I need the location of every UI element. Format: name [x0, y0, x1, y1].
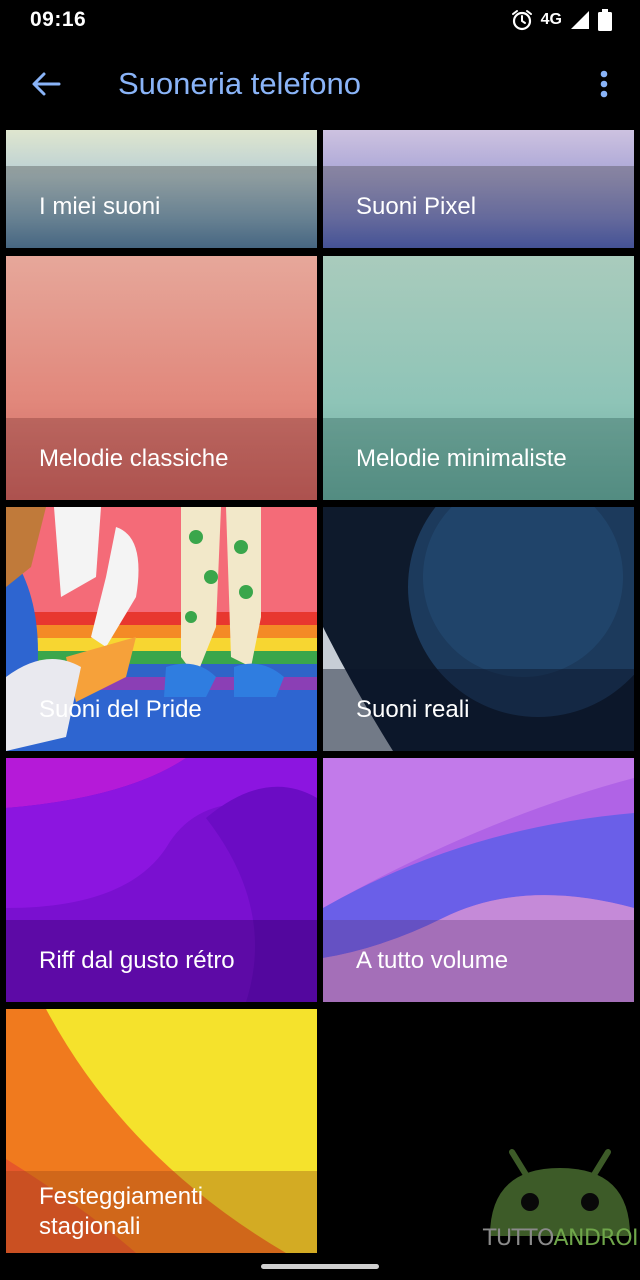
status-bar: 09:16 4G [0, 0, 640, 40]
category-tile-melodie-classiche[interactable]: Melodie classiche [6, 256, 317, 500]
battery-icon [598, 9, 612, 31]
category-tile-riff-dal-gusto-retro[interactable]: Riff dal gusto rétro [6, 758, 317, 1002]
more-options-button[interactable] [588, 68, 620, 104]
tile-label-band: Suoni del Pride [6, 669, 317, 751]
page-title: Suoneria telefono [118, 66, 362, 101]
category-tile-a-tutto-volume[interactable]: A tutto volume [323, 758, 634, 1002]
signal-icon [570, 10, 590, 30]
category-tile-suoni-pixel[interactable]: Suoni Pixel [323, 130, 634, 248]
tile-label-band: Suoni Pixel [323, 166, 634, 248]
tile-label: Suoni del Pride [39, 696, 202, 723]
tile-label: Melodie classiche [39, 445, 229, 472]
tile-label: Melodie minimaliste [356, 445, 567, 472]
category-tile-i-miei-suoni[interactable]: I miei suoni [6, 130, 317, 248]
gesture-nav-handle[interactable] [261, 1264, 379, 1269]
tile-label: Suoni Pixel [356, 193, 477, 220]
back-button[interactable] [28, 68, 64, 104]
alarm-icon [511, 9, 533, 31]
tile-label-band: Festeggiamenti stagionali [6, 1171, 317, 1253]
category-tile-suoni-del-pride[interactable]: Suoni del Pride [6, 507, 317, 751]
category-tile-suoni-reali[interactable]: Suoni reali [323, 507, 634, 751]
tile-label-band: Melodie classiche [6, 418, 317, 500]
tile-label: Riff dal gusto rétro [39, 947, 235, 974]
tile-label: Suoni reali [356, 696, 470, 723]
tile-label-band: I miei suoni [6, 166, 317, 248]
tile-label-band: Riff dal gusto rétro [6, 920, 317, 1002]
tile-label: I miei suoni [39, 193, 161, 220]
tile-label: A tutto volume [356, 947, 509, 974]
more-vert-icon [600, 70, 608, 103]
watermark-text: TUTTOANDROID [483, 1226, 640, 1251]
network-type: 4G [540, 11, 562, 28]
tile-label-band: A tutto volume [323, 920, 634, 1002]
status-time: 09:16 [30, 8, 87, 31]
app-bar: Suoneria telefono [0, 48, 640, 124]
category-tile-festeggiamenti-stagionali[interactable]: Festeggiamenti stagionali [6, 1009, 317, 1253]
tile-label-band: Suoni reali [323, 669, 634, 751]
arrow-back-icon [31, 71, 61, 102]
tile-label-band: Melodie minimaliste [323, 418, 634, 500]
tile-label: Festeggiamenti stagionali [39, 1183, 204, 1240]
status-icons: 4G [511, 9, 612, 31]
category-tile-melodie-minimaliste[interactable]: Melodie minimaliste [323, 256, 634, 500]
